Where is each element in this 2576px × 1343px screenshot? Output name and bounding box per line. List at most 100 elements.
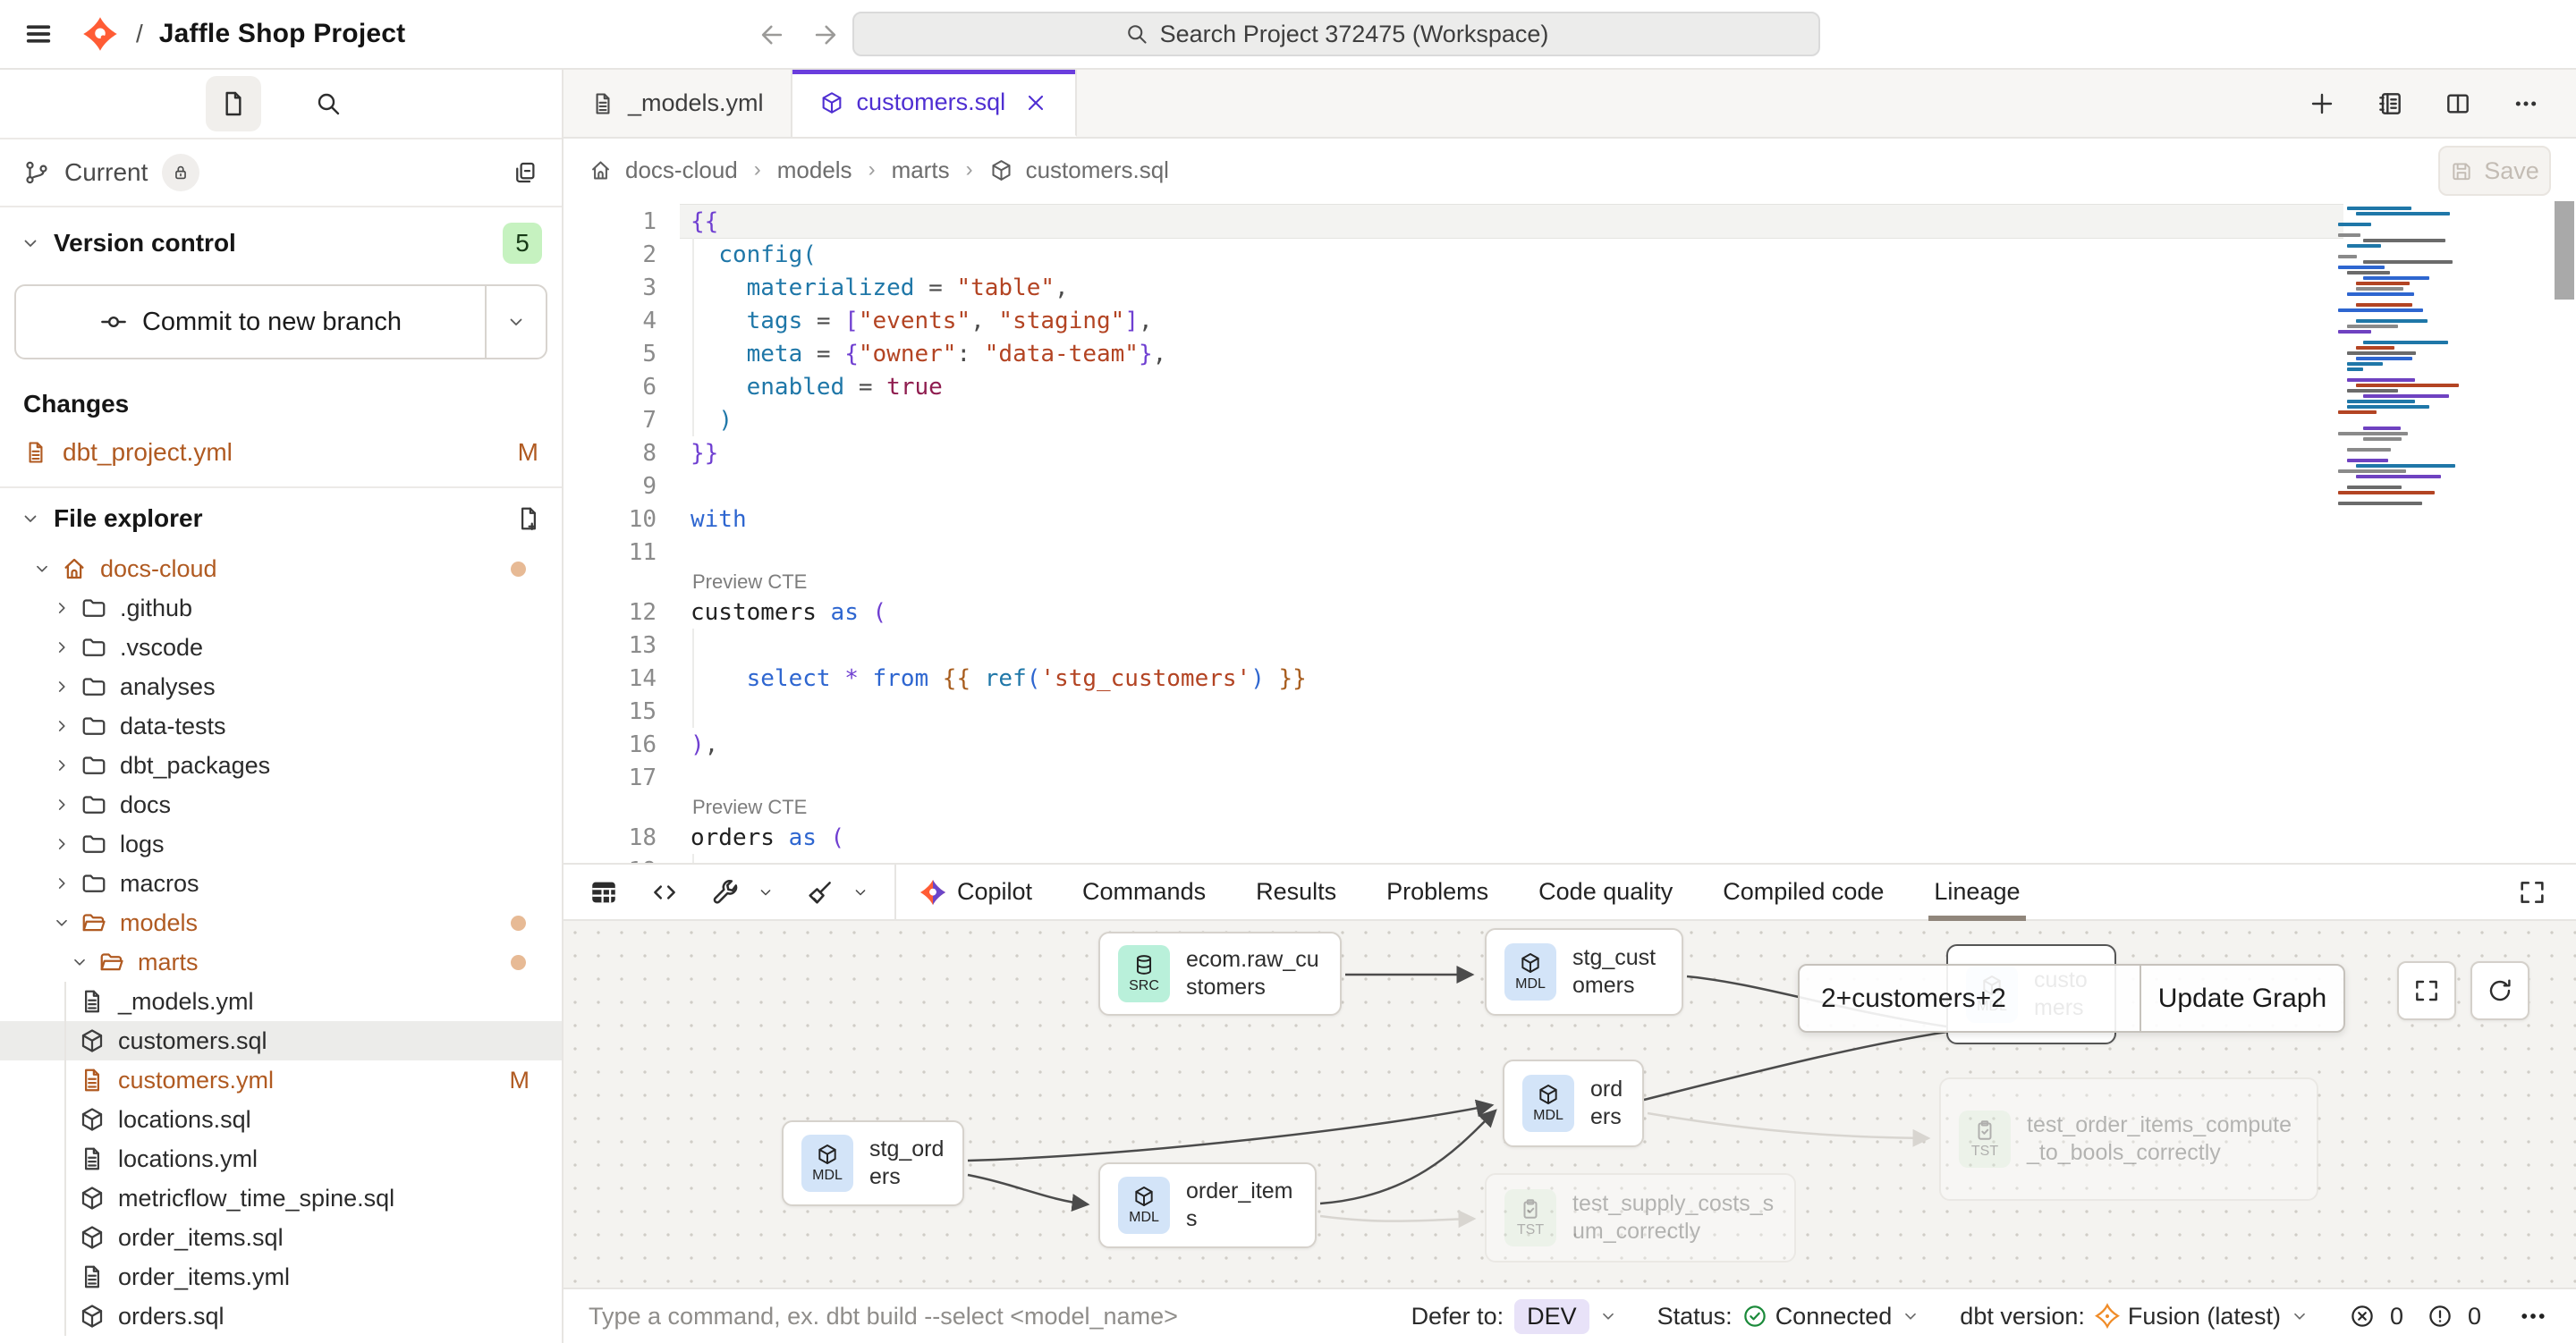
lineage-node-ecom.raw_customers[interactable]: SRCecom.raw_customers (1098, 932, 1342, 1016)
command-input[interactable]: Type a command, ex. dbt build --select <… (589, 1303, 1178, 1330)
defer-selector[interactable]: Defer to: DEV (1411, 1299, 1618, 1334)
code-line-4[interactable]: 4 tags = ["events", "staging"], (564, 304, 2343, 337)
tree-item-analyses[interactable]: analyses (0, 667, 562, 706)
tree-item-marts[interactable]: marts (0, 942, 562, 982)
tree-item-models[interactable]: models (0, 903, 562, 942)
code-line-17[interactable]: 17 (564, 761, 2343, 794)
format-tools-dropdown[interactable] (805, 877, 869, 908)
chevron-right-icon[interactable] (52, 638, 72, 657)
editor-tab-_models.yml[interactable]: _models.yml (564, 70, 792, 137)
expand-panel-icon[interactable] (2517, 877, 2547, 908)
code-line-2[interactable]: 2 config( (564, 238, 2343, 271)
editor-minimap[interactable] (2338, 207, 2472, 507)
build-tools-dropdown[interactable] (710, 877, 775, 908)
tree-item-customers.yml[interactable]: customers.ymlM (0, 1060, 562, 1100)
files-view-button[interactable] (206, 76, 261, 131)
breadcrumb-item[interactable]: marts (892, 156, 950, 184)
breadcrumb-item[interactable]: models (777, 156, 852, 184)
tree-item-logs[interactable]: logs (0, 824, 562, 864)
branch-current-row[interactable]: Current (0, 139, 562, 207)
tree-item-orders.sql[interactable]: orders.sql (0, 1297, 562, 1336)
dbt-version-selector[interactable]: dbt version: Fusion (latest) (1960, 1303, 2309, 1330)
fit-view-button[interactable] (2397, 961, 2456, 1020)
code-line-14[interactable]: 14 select * from {{ ref('stg_customers')… (564, 662, 2343, 695)
tree-item-metricflow_time_spine.sql[interactable]: metricflow_time_spine.sql (0, 1178, 562, 1218)
search-view-button[interactable] (301, 76, 356, 131)
tree-item-dbt_packages[interactable]: dbt_packages (0, 746, 562, 785)
split-editor-icon[interactable] (2444, 89, 2472, 118)
tree-item-order_items.yml[interactable]: order_items.yml (0, 1257, 562, 1297)
warning-counter[interactable]: 0 (2427, 1303, 2481, 1330)
results-table-icon[interactable] (589, 877, 619, 908)
panel-tab-Lineage[interactable]: Lineage (1934, 865, 2020, 919)
new-tab-icon[interactable] (2308, 89, 2336, 118)
lineage-node-test_order_items_compute_to_bools_correctly[interactable]: TSTtest_order_items_compute_to_bools_cor… (1939, 1077, 2318, 1201)
dbt-logo-icon[interactable] (82, 16, 118, 52)
save-button[interactable]: Save (2438, 146, 2551, 196)
project-search-input[interactable]: Search Project 372475 (Workspace) (852, 12, 1820, 56)
code-line-5[interactable]: 5 meta = {"owner": "data-team"}, (564, 337, 2343, 370)
code-lens[interactable]: Preview CTE (564, 794, 2343, 821)
lineage-node-stg_orders[interactable]: MDLstg_orders (782, 1120, 964, 1206)
panel-tab-Code quality[interactable]: Code quality (1538, 865, 1673, 919)
lineage-node-orders[interactable]: MDLorders (1503, 1060, 1644, 1147)
tree-item-macros[interactable]: macros (0, 864, 562, 903)
code-lens-label[interactable]: Preview CTE (680, 570, 807, 594)
editor-scrollbar[interactable] (2555, 201, 2574, 863)
notebook-panel-icon[interactable] (2376, 89, 2404, 118)
code-line-19[interactable]: 19 (564, 854, 2343, 863)
code-line-3[interactable]: 3 materialized = "table", (564, 271, 2343, 304)
tree-item-.vscode[interactable]: .vscode (0, 628, 562, 667)
chevron-right-icon[interactable] (52, 834, 72, 854)
forward-arrow-icon[interactable] (810, 20, 841, 50)
code-line-18[interactable]: 18orders as ( (564, 821, 2343, 854)
panel-tab-Compiled code[interactable]: Compiled code (1723, 865, 1884, 919)
code-lens-label[interactable]: Preview CTE (680, 796, 807, 819)
changed-file-row[interactable]: dbt_project.yml M (0, 429, 562, 476)
panel-tab-Problems[interactable]: Problems (1386, 865, 1488, 919)
code-lens[interactable]: Preview CTE (564, 569, 2343, 595)
copy-branch-icon[interactable] (512, 159, 538, 186)
editor-scrollbar-thumb[interactable] (2555, 201, 2574, 300)
hamburger-menu-icon[interactable] (23, 19, 54, 49)
code-editor[interactable]: 1{{2 config(3 materialized = "table",4 t… (564, 201, 2576, 863)
code-line-8[interactable]: 8}} (564, 436, 2343, 469)
code-line-13[interactable]: 13 (564, 629, 2343, 662)
version-control-header[interactable]: Version control 5 (0, 207, 562, 279)
chevron-down-icon[interactable] (32, 559, 52, 579)
status-more-icon[interactable] (2517, 1300, 2549, 1332)
breadcrumb-item[interactable]: docs-cloud (625, 156, 738, 184)
tree-item-.github[interactable]: .github (0, 588, 562, 628)
panel-tab-Copilot[interactable]: Copilot (919, 865, 1032, 919)
back-arrow-icon[interactable] (757, 20, 787, 50)
code-line-16[interactable]: 16), (564, 728, 2343, 761)
chevron-right-icon[interactable] (52, 756, 72, 775)
tree-item-locations.sql[interactable]: locations.sql (0, 1100, 562, 1139)
tree-item-_models.yml[interactable]: _models.yml (0, 982, 562, 1021)
tree-item-docs[interactable]: docs (0, 785, 562, 824)
tree-item-locations.yml[interactable]: locations.yml (0, 1139, 562, 1178)
update-graph-button[interactable]: Update Graph (2140, 966, 2343, 1031)
tree-item-customers.sql[interactable]: customers.sql (0, 1021, 562, 1060)
chevron-right-icon[interactable] (52, 795, 72, 815)
commit-button[interactable]: Commit to new branch (16, 286, 487, 358)
code-line-9[interactable]: 9 (564, 469, 2343, 503)
tree-item-docs-cloud[interactable]: docs-cloud (0, 549, 562, 588)
code-line-7[interactable]: 7 ) (564, 403, 2343, 436)
code-icon[interactable] (649, 877, 680, 908)
error-counter[interactable]: 0 (2349, 1303, 2403, 1330)
chevron-down-icon[interactable] (52, 913, 72, 933)
close-tab-icon[interactable] (1023, 90, 1048, 115)
tree-item-order_items.sql[interactable]: order_items.sql (0, 1218, 562, 1257)
panel-tab-Results[interactable]: Results (1256, 865, 1336, 919)
lineage-node-stg_customers[interactable]: MDLstg_customers (1485, 928, 1683, 1016)
more-options-icon[interactable] (2512, 89, 2540, 118)
breadcrumb[interactable]: docs-cloud › models › marts › customers.… (589, 156, 1169, 184)
code-line-10[interactable]: 10with (564, 503, 2343, 536)
chevron-right-icon[interactable] (52, 677, 72, 697)
lineage-selector-input[interactable]: 2+customers+2 (1800, 984, 2140, 1014)
lineage-node-order_items[interactable]: MDLorder_items (1098, 1162, 1317, 1248)
new-file-icon[interactable] (515, 505, 542, 532)
lineage-node-test_supply_costs_sum_correctly[interactable]: TSTtest_supply_costs_sum_correctly (1485, 1173, 1796, 1263)
code-line-15[interactable]: 15 (564, 695, 2343, 728)
